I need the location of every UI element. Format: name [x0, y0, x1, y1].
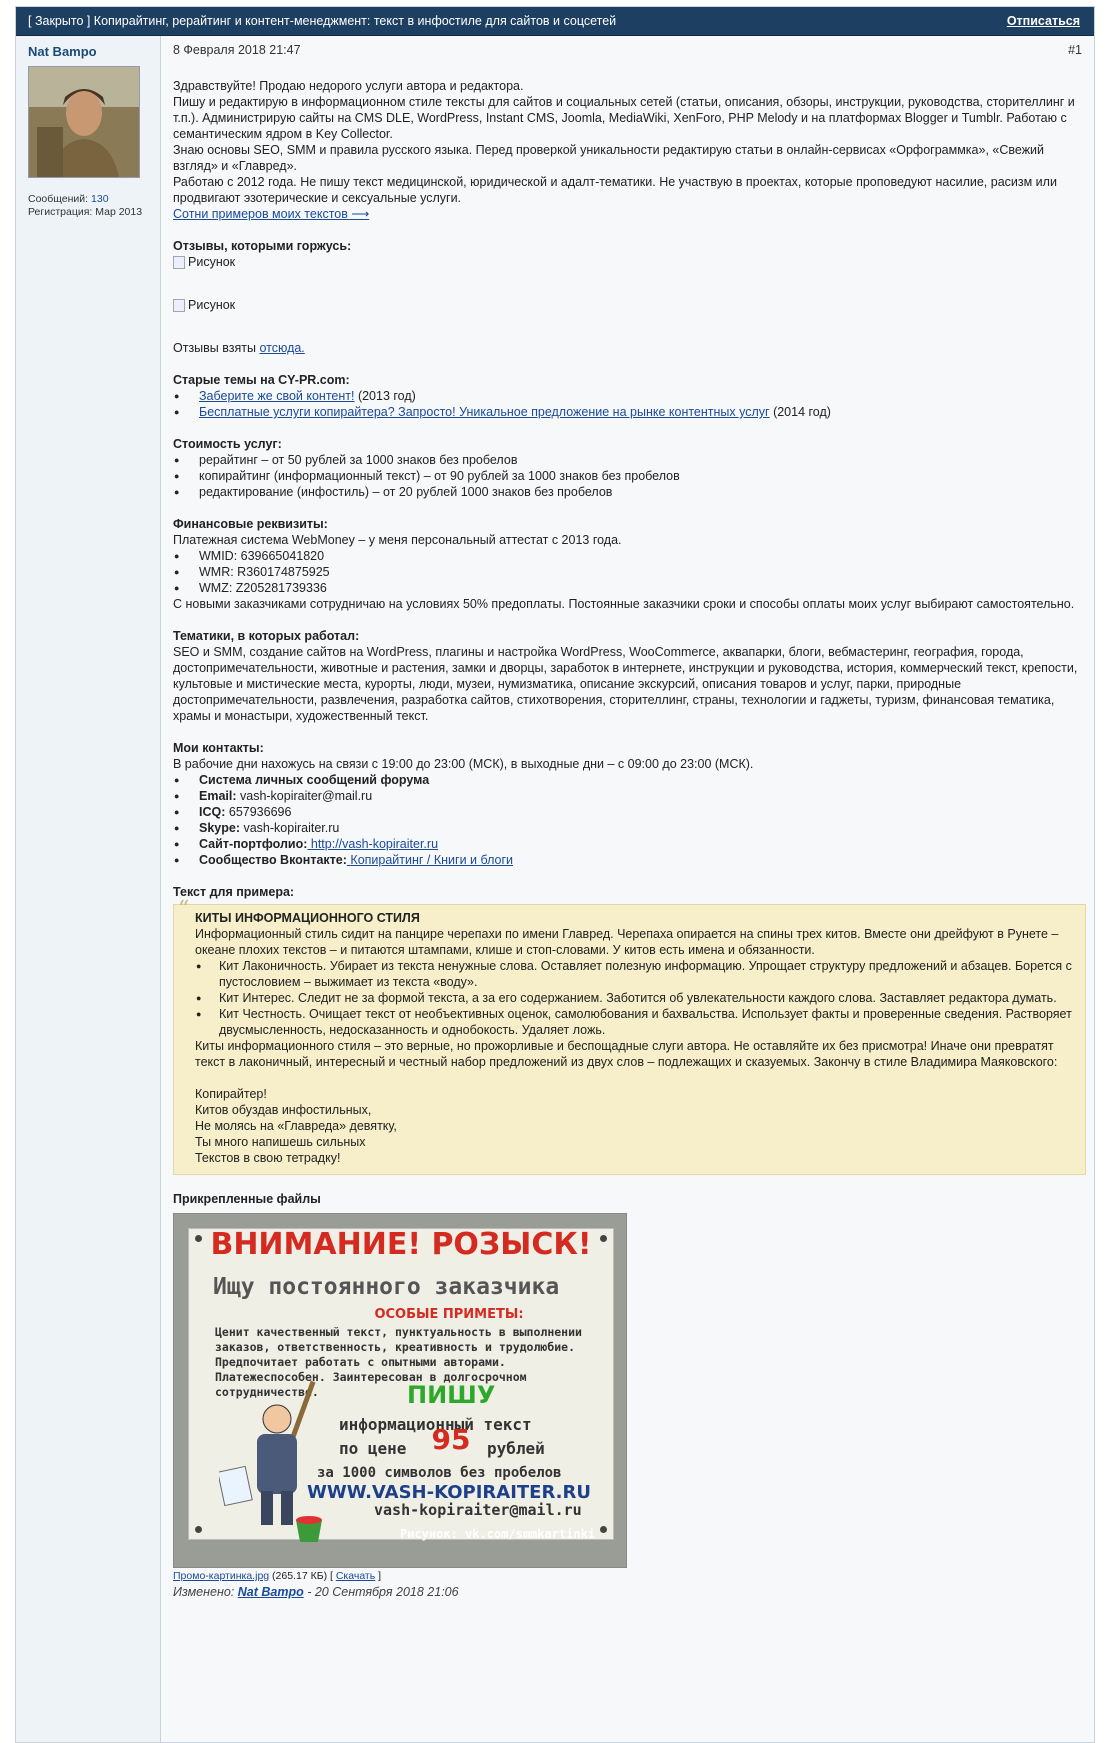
contact-item: Сообщество Вконтакте: Копирайтинг / Книг…	[173, 852, 1085, 868]
quote-paragraph: Киты информационного стиля – это верные,…	[195, 1039, 1058, 1069]
download-link[interactable]: Скачать	[336, 1570, 375, 1582]
list-item: WMR: R360174875925	[173, 564, 1085, 580]
quote-paragraph: Информационный стиль сидит на панцире че…	[195, 927, 1059, 957]
edited-user-link[interactable]: Nat Bampo	[238, 1585, 304, 1599]
contacts-heading: Мои контакты:	[173, 741, 264, 755]
author-name[interactable]: Nat Bampo	[28, 44, 97, 59]
poster-credit: Рисунок: vk.com/smmkartinki	[400, 1527, 596, 1541]
post-date: 8 Февраля 2018 21:47	[173, 43, 301, 57]
attachments-heading: Прикрепленные файлы	[173, 1192, 321, 1206]
file-link[interactable]: Промо-картинка.jpg	[173, 1570, 269, 1582]
edited-note: Изменено: Nat Bampo - 20 Сентября 2018 2…	[173, 1585, 459, 1599]
broken-image-icon	[173, 255, 185, 269]
broken-image-icon	[173, 298, 185, 312]
topics-heading: Тематики, в которых работал:	[173, 629, 360, 643]
contacts-intro: В рабочие дни нахожусь на связи с 19:00 …	[173, 757, 754, 771]
finance-intro: Платежная система WebMoney – у меня перс…	[173, 533, 622, 547]
poster-signs: ОСОБЫЕ ПРИМЕТЫ:	[374, 1307, 524, 1322]
author-info: Сообщений: 130 Регистрация: Мар 2013	[28, 193, 143, 218]
sample-heading: Текст для примера:	[173, 885, 295, 899]
reviews-heading: Отзывы, которыми горжусь:	[173, 239, 352, 253]
contact-item: Сайт-портфолио: http://vash-kopiraiter.r…	[173, 836, 1085, 852]
list-item: Бесплатные услуги копирайтера? Запросто!…	[173, 404, 1085, 420]
poem-line: Ты много напишешь сильных	[195, 1135, 366, 1149]
portfolio-link[interactable]: http://vash-kopiraiter.ru	[307, 837, 438, 851]
poem-line: Текстов в свою тетрадку!	[195, 1151, 341, 1165]
poster-email: vash-kopiraiter@mail.ru	[374, 1501, 582, 1519]
quote-title: КИТЫ ИНФОРМАЦИОННОГО СТИЛЯ	[195, 911, 420, 925]
pin-icon	[195, 1526, 202, 1533]
contact-item: Skype: vash-kopiraiter.ru	[173, 820, 1085, 836]
list-item: редактирование (инфостиль) – от 20 рубле…	[173, 484, 1085, 500]
finance-note: С новыми заказчиками сотрудничаю на усло…	[173, 597, 1075, 611]
poster-subtitle: Ищу постоянного заказчика	[213, 1274, 560, 1300]
poem-line: Не молясь на «Главреда» девятку,	[195, 1119, 397, 1133]
poster-price: 95	[431, 1423, 471, 1456]
quote-block: “ КИТЫ ИНФОРМАЦИОННОГО СТИЛЯ Информацион…	[173, 897, 1086, 1175]
poem-line: Китов обуздав инфостильных,	[195, 1103, 372, 1117]
poster-title: ВНИМАНИЕ! РОЗЫСК!	[210, 1227, 592, 1262]
price-heading: Стоимость услуг:	[173, 437, 282, 451]
topics-text: SEO и SMM, создание сайтов на WordPress,…	[173, 645, 1078, 723]
list-item: рерайтинг – от 50 рублей за 1000 знаков …	[173, 452, 1085, 468]
post-body: Здравствуйте! Продаю недорого услуги авт…	[173, 78, 1086, 1600]
post-header: 8 Февраля 2018 21:47 #1	[161, 36, 1094, 58]
avatar	[28, 66, 140, 178]
old-topic-link[interactable]: Заберите же свой контент!	[199, 389, 354, 403]
reviews-source-link[interactable]: отсюда.	[259, 341, 304, 355]
file-caption: Промо-картинка.jpg (265.17 КБ) [ Скачать…	[173, 1570, 382, 1582]
list-item: WMZ: Z205281739336	[173, 580, 1085, 596]
author-sidebar: Nat Bampo Сообщений: 130 Регистрация: Ма…	[16, 36, 161, 1742]
poster-price-suffix: рублей	[487, 1439, 545, 1458]
finance-heading: Финансовые реквизиты:	[173, 517, 328, 531]
review-image: Рисунок	[173, 297, 1085, 313]
examples-link[interactable]: Сотни примеров моих текстов ⟶	[173, 207, 369, 221]
intro-line: Пишу и редактирую в информационном стиле…	[173, 95, 1075, 141]
vk-community-link[interactable]: Копирайтинг / Книги и блоги	[347, 853, 513, 867]
forum-post: [ Закрыто ] Копирайтинг, рерайтинг и кон…	[15, 6, 1095, 1743]
reviews-source: Отзывы взяты отсюда.	[173, 341, 305, 355]
thread-title: [ Закрыто ] Копирайтинг, рерайтинг и кон…	[28, 14, 617, 28]
quote-icon: “	[178, 897, 190, 922]
post-number[interactable]: #1	[1068, 43, 1082, 57]
intro-line: Работаю с 2012 года. Не пишу текст медиц…	[173, 175, 1057, 205]
pin-icon	[600, 1526, 607, 1533]
poem-line: Копирайтер!	[195, 1087, 267, 1101]
paint-bucket-icon	[296, 1516, 322, 1542]
quote-item: Кит Интерес. Следит не за формой текста,…	[195, 990, 1077, 1006]
poster-per: за 1000 символов без пробелов	[317, 1465, 562, 1481]
old-topic-link[interactable]: Бесплатные услуги копирайтера? Запросто!…	[199, 405, 770, 419]
painter-illustration	[219, 1380, 316, 1525]
contact-item: Email: vash-kopiraiter@mail.ru	[173, 788, 1085, 804]
contact-item: Система личных сообщений форума	[173, 772, 1085, 788]
quote-item: Кит Лаконичность. Убирает из текста нену…	[195, 958, 1077, 990]
list-item: копирайтинг (информационный текст) – от …	[173, 468, 1085, 484]
poster-paper: ВНИМАНИЕ! РОЗЫСК! Ищу постоянного заказч…	[188, 1228, 614, 1540]
intro-line: Знаю основы SEO, SMM и правила русского …	[173, 143, 1045, 173]
quote-item: Кит Честность. Очищает текст от необъект…	[195, 1006, 1077, 1038]
poster-write: ПИШУ	[407, 1381, 496, 1409]
list-item: Заберите же свой контент! (2013 год)	[173, 388, 1085, 404]
review-image: Рисунок	[173, 254, 1085, 270]
contact-item: ICQ: 657936696	[173, 804, 1085, 820]
poster-price-prefix: по цене	[339, 1439, 407, 1458]
thread-header: [ Закрыто ] Копирайтинг, рерайтинг и кон…	[16, 7, 1094, 36]
promo-image[interactable]: ВНИМАНИЕ! РОЗЫСК! Ищу постоянного заказч…	[173, 1213, 627, 1568]
intro-line: Здравствуйте! Продаю недорого услуги авт…	[173, 79, 524, 93]
old-topics-heading: Старые темы на CY-PR.com:	[173, 373, 350, 387]
messages-count-link[interactable]: 130	[91, 193, 109, 205]
unsubscribe-link[interactable]: Отписаться	[1007, 14, 1080, 28]
list-item: WMID: 639665041820	[173, 548, 1085, 564]
post-content-area: 8 Февраля 2018 21:47 #1 Здравствуйте! Пр…	[161, 36, 1094, 1742]
poster-site: WWW.VASH-KOPIRAITER.RU	[307, 1482, 591, 1503]
